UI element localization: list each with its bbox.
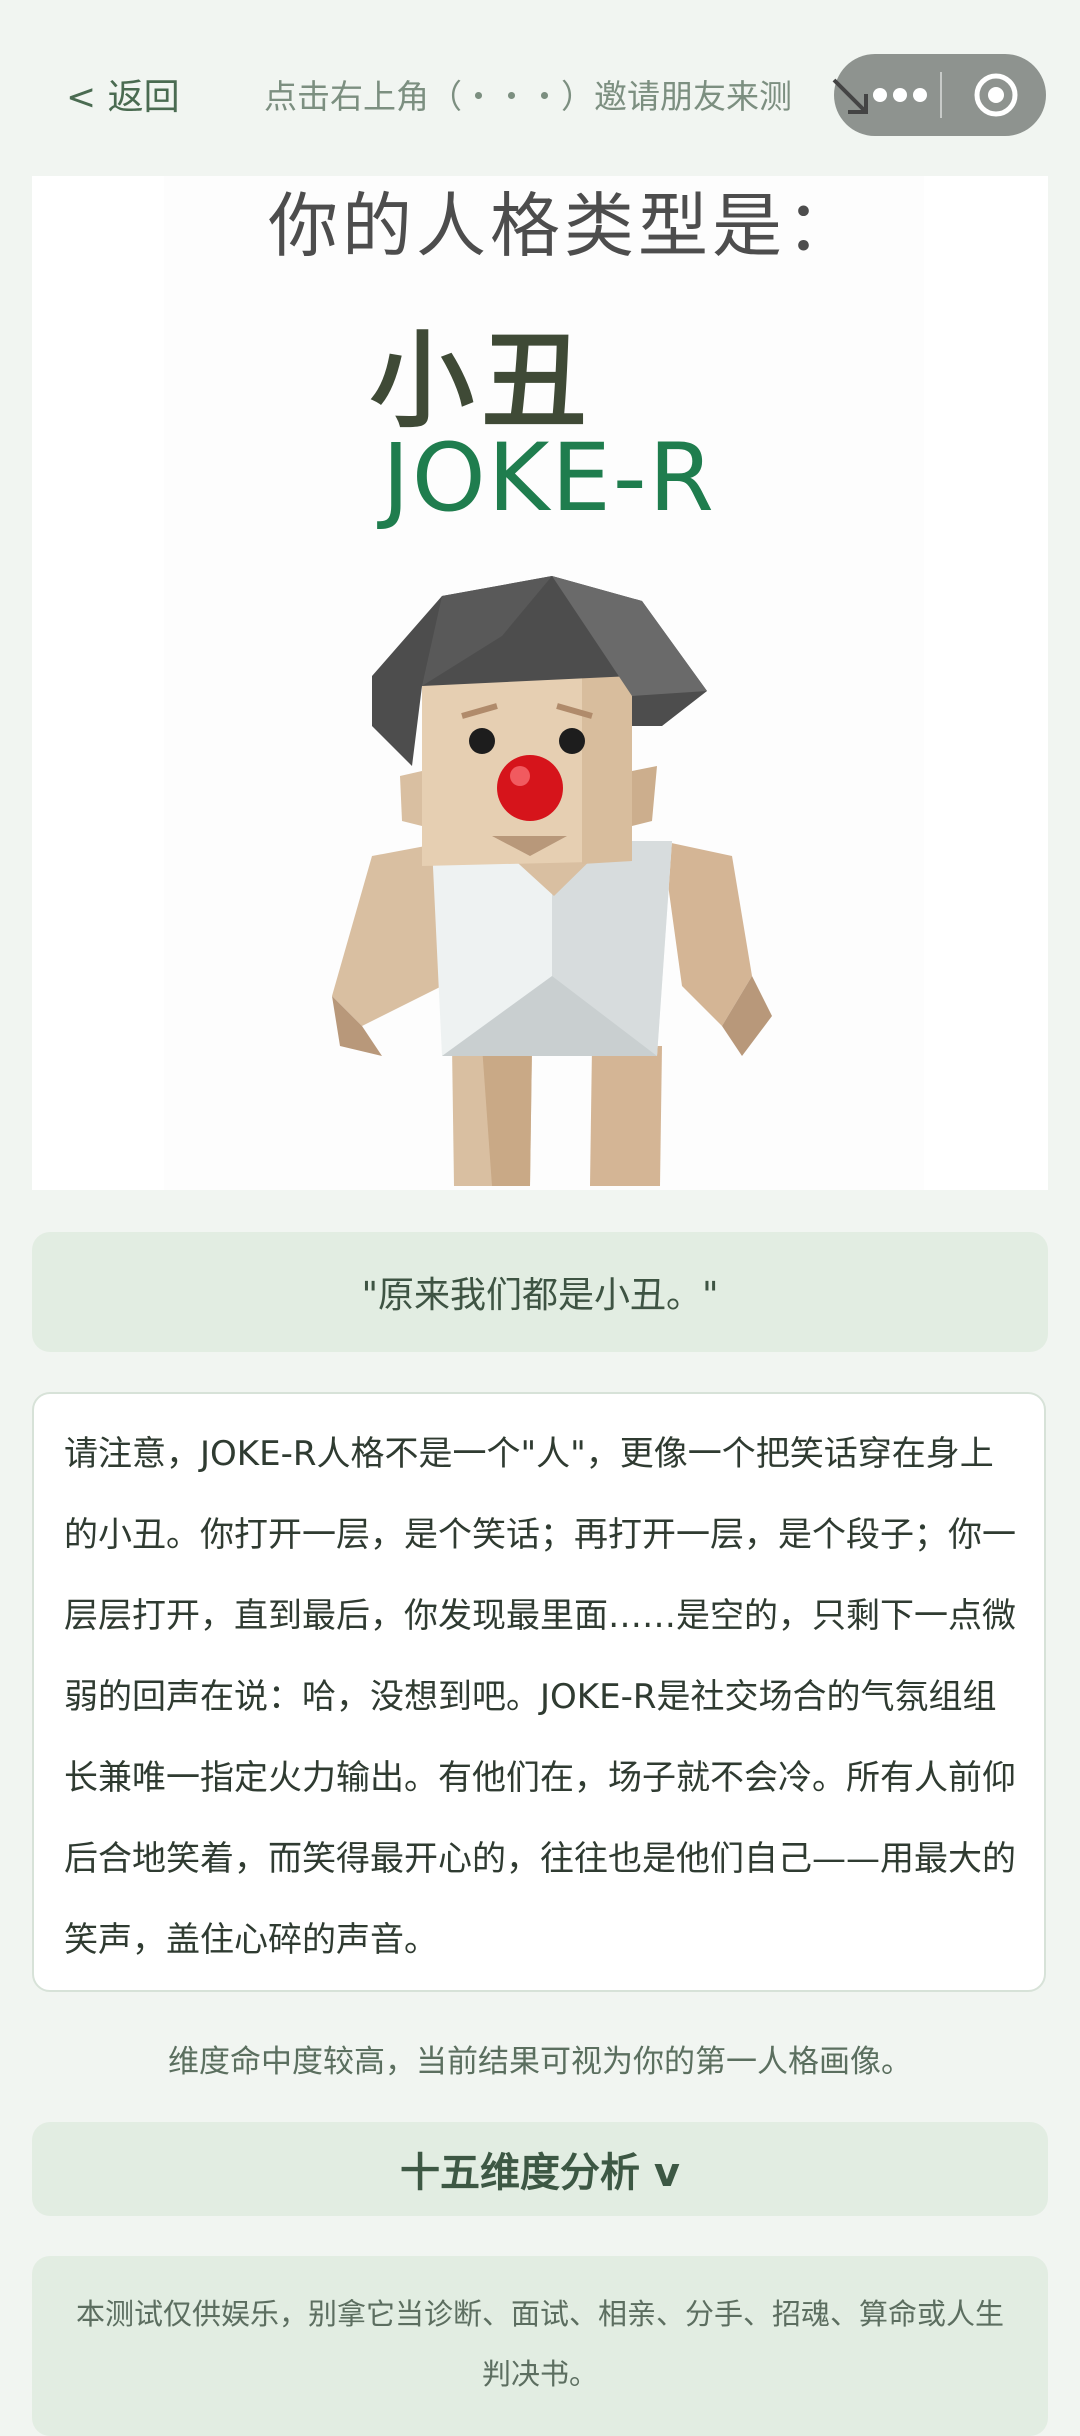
fifteen-dimension-analysis-toggle[interactable]: 十五维度分析 v bbox=[32, 2122, 1048, 2216]
result-heading: 你的人格类型是： bbox=[268, 185, 860, 267]
analysis-toggle-label: 十五维度分析 v bbox=[400, 2150, 680, 2196]
top-bar: < 返回 点击右上角（・・・）邀请朋友来测 bbox=[0, 0, 1080, 170]
description-card: 请注意，JOKE-R人格不是一个"人"，更像一个把笑话穿在身上的小丑。你打开一层… bbox=[32, 1392, 1046, 1992]
result-image: 你的人格类型是： 小丑 JOKE-R bbox=[32, 176, 1048, 1190]
type-code: JOKE-R bbox=[382, 424, 716, 533]
quote-text: "原来我们都是小丑。" bbox=[361, 1275, 719, 1316]
arrow-down-right-icon bbox=[832, 78, 868, 114]
description-text: 请注意，JOKE-R人格不是一个"人"，更像一个把笑话穿在身上的小丑。你打开一层… bbox=[64, 1434, 1016, 1960]
quote-card: "原来我们都是小丑。" bbox=[32, 1232, 1048, 1352]
match-note: 维度命中度较高，当前结果可视为你的第一人格画像。 bbox=[168, 2044, 912, 2080]
back-button[interactable]: < 返回 bbox=[66, 68, 180, 120]
disclaimer-text: 本测试仅供娱乐，别拿它当诊断、面试、相亲、分手、招魂、算命或人生判决书。 bbox=[75, 2297, 1004, 2391]
share-hint: 点击右上角（・・・）邀请朋友来测 bbox=[264, 77, 792, 116]
disclaimer-card: 本测试仅供娱乐，别拿它当诊断、面试、相亲、分手、招魂、算命或人生判决书。 bbox=[32, 2256, 1048, 2436]
clown-figure-illustration bbox=[332, 576, 772, 1186]
target-close-icon[interactable] bbox=[954, 54, 1042, 136]
back-label: < 返回 bbox=[66, 77, 180, 118]
capsule-divider bbox=[940, 72, 942, 118]
